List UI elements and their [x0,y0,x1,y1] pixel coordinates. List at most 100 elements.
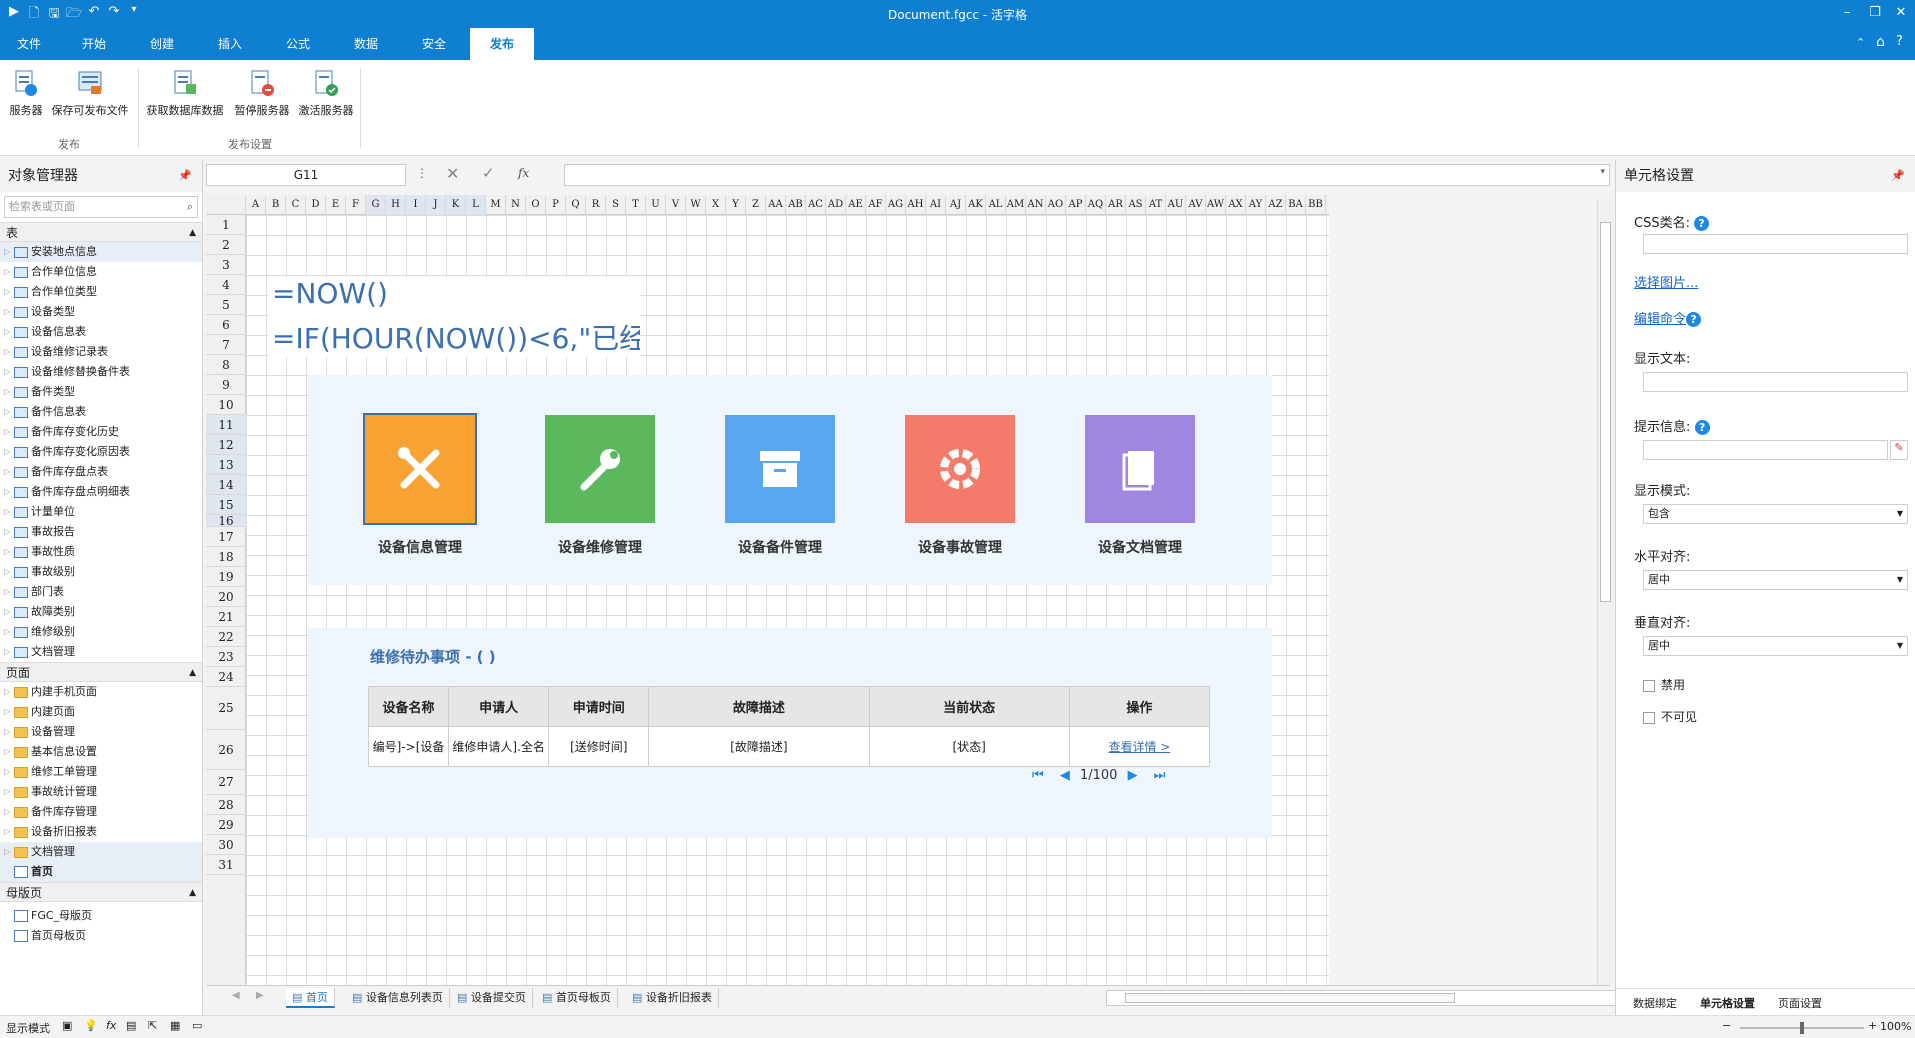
list-item[interactable]: ▷ 计量单位 [0,502,202,522]
expand-icon[interactable]: ▷ [4,462,10,482]
list-item[interactable]: ▷ 设备维修替换备件表 [0,362,202,382]
column-header-cell[interactable]: AH [906,195,926,215]
list-item[interactable]: ▷ 备件类型 [0,382,202,402]
row-header-cell[interactable]: 20 [206,587,246,607]
list-item[interactable]: ▷ 事故报告 [0,522,202,542]
column-header-cell[interactable]: AO [1046,195,1066,215]
expand-icon[interactable]: ▾ [1600,167,1605,177]
row-header-cell[interactable]: 25 [206,687,246,730]
row-header-cell[interactable]: 16 [206,515,246,527]
zoom-slider[interactable] [1740,1022,1864,1034]
column-header-cell[interactable]: AF [866,195,886,215]
column-header-cell[interactable]: Y [726,195,746,215]
list-item[interactable]: ▷ 设备信息表 [0,322,202,342]
undo-icon[interactable]: ↶ [86,4,102,22]
expand-icon[interactable]: ▷ [4,422,10,442]
open-icon[interactable]: 🗁 [66,4,82,22]
tab-page-settings[interactable]: 页面设置 [1778,995,1822,1011]
column-header-cell[interactable]: AW [1206,195,1226,215]
next-page-icon[interactable]: ▶ [1128,768,1138,783]
module-tile[interactable]: 设备事故管理 [905,415,1015,556]
list-item[interactable]: ▷ 备件库存变化历史 [0,422,202,442]
expand-icon[interactable]: ▷ [4,342,10,362]
expand-icon[interactable]: ▷ [4,242,10,262]
collapse-icon[interactable]: ▲ [189,883,196,903]
module-tile[interactable]: 设备信息管理 [363,413,477,556]
sheet-tab[interactable]: ▤ 设备折旧报表 [626,988,719,1008]
column-header-cell[interactable]: C [286,195,306,215]
confirm-icon[interactable]: ✓ [482,164,495,182]
close-icon[interactable]: ✕ [1892,5,1910,20]
column-header-cell[interactable]: AM [1006,195,1026,215]
function-icon[interactable]: fx [518,166,529,180]
sheet-tab[interactable]: ▤ 设备信息列表页 [346,988,450,1008]
expand-icon[interactable]: ▷ [4,722,10,742]
column-header-cell[interactable]: AU [1166,195,1186,215]
row-header-cell[interactable]: 23 [206,647,246,667]
column-header-cell[interactable]: P [546,195,566,215]
help-icon[interactable]: ? [1686,312,1702,327]
redo-icon[interactable]: ↷ [106,4,122,22]
v-align-select[interactable]: 居中 ▼ [1643,636,1908,656]
export-icon[interactable]: ⇱ [148,1019,157,1032]
column-header-cell[interactable]: K [446,195,466,215]
row-header-cell[interactable]: 27 [206,770,246,795]
expand-icon[interactable]: ▷ [4,782,10,802]
list-item[interactable]: ▷ 事故统计管理 [0,782,202,802]
customize-icon[interactable]: ▾ [126,4,142,22]
table-icon[interactable]: ▤ [126,1019,136,1032]
row-header-cell[interactable]: 6 [206,315,246,335]
row-header-cell[interactable]: 31 [206,855,246,875]
expand-icon[interactable]: ▷ [4,282,10,302]
zoom-in-icon[interactable]: + [1868,1019,1877,1032]
expand-icon[interactable]: ▷ [4,802,10,822]
tab-publish[interactable]: 发布 [470,28,534,60]
row-header-cell[interactable]: 1 [206,215,246,235]
column-header-cell[interactable]: S [606,195,626,215]
column-header-cell[interactable]: AL [986,195,1006,215]
run-icon[interactable]: ▶ [6,4,22,22]
row-header-cell[interactable]: 22 [206,627,246,647]
edit-command-link[interactable]: 编辑命令? [1634,308,1702,327]
expand-icon[interactable]: ▷ [4,482,10,502]
row-header-cell[interactable]: 5 [206,295,246,315]
pages-section-header[interactable]: 页面 ▲ [0,662,202,682]
column-header-cell[interactable]: W [686,195,706,215]
column-header-cell[interactable]: AQ [1086,195,1106,215]
invisible-checkbox[interactable]: 不可见 [1643,708,1697,725]
collapse-icon[interactable]: ▲ [189,663,196,683]
server-button[interactable]: 服务器 [6,68,46,118]
masters-section-header[interactable]: 母版页 ▲ [0,882,202,902]
column-header-cell[interactable]: I [406,195,426,215]
checkbox-box[interactable] [1643,711,1655,724]
column-header-cell[interactable]: AR [1106,195,1126,215]
column-header-cell[interactable]: AD [826,195,846,215]
column-header-cell[interactable]: D [306,195,326,215]
expand-icon[interactable]: ▷ [4,562,10,582]
list-item[interactable]: ▷ 内建页面 [0,702,202,722]
tab-next-icon[interactable]: ▶ [256,990,264,1001]
column-header-cell[interactable]: AY [1246,195,1266,215]
last-page-icon[interactable]: ⏭ [1154,768,1166,783]
tooltip-edit-icon[interactable]: ✎ [1890,440,1908,460]
cell-name-box[interactable]: G11 [206,164,406,186]
tab-formula[interactable]: 公式 [266,28,330,60]
column-header-cell[interactable]: J [426,195,446,215]
column-header-cell[interactable]: AP [1066,195,1086,215]
view-details-link[interactable]: 查看详情 > [1068,726,1211,767]
column-header-cell[interactable]: AT [1146,195,1166,215]
row-header-cell[interactable]: 10 [206,395,246,415]
tab-home[interactable]: 开始 [62,28,126,60]
column-header-cell[interactable]: E [326,195,346,215]
expand-icon[interactable]: ▷ [4,502,10,522]
column-header-cell[interactable]: Q [566,195,586,215]
row-header-cell[interactable]: 19 [206,567,246,587]
column-header-cell[interactable]: F [346,195,366,215]
column-header-cell[interactable]: B [266,195,286,215]
column-header-cell[interactable]: X [706,195,726,215]
column-header-cell[interactable]: AV [1186,195,1206,215]
list-item[interactable]: ▷ 文档管理 [0,842,202,862]
expand-icon[interactable]: ▷ [4,442,10,462]
expand-icon[interactable]: ▷ [4,322,10,342]
expand-icon[interactable]: ▷ [4,582,10,602]
